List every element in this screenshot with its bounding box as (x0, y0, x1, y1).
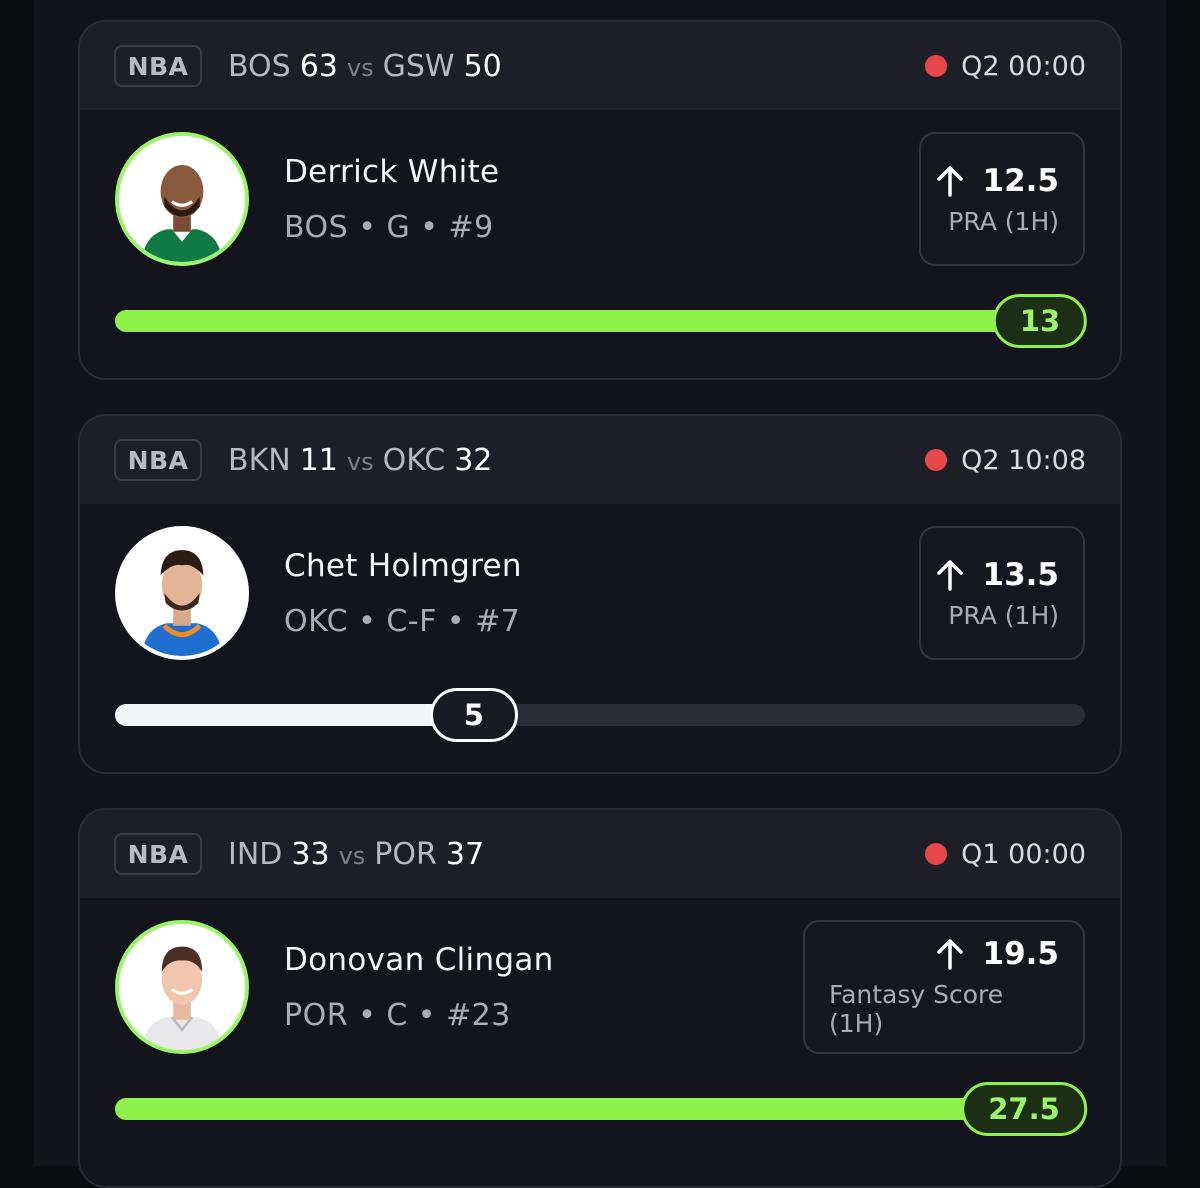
player-name: Chet Holmgren (284, 548, 522, 584)
league-badge: NBA (114, 833, 202, 875)
projection-card[interactable]: NBA BKN 11 vs OKC 32 Q2 10:08 Chet Holmg (78, 414, 1122, 774)
player-name: Donovan Clingan (284, 942, 554, 978)
projection-line-box[interactable]: 13.5 PRA (1H) (919, 526, 1085, 660)
arrow-up-icon (936, 559, 963, 591)
game-header: NBA BOS 63 vs GSW 50 Q2 00:00 (80, 22, 1120, 110)
player-meta: BOS • G • #9 (284, 210, 494, 245)
player-avatar[interactable] (115, 132, 249, 266)
live-indicator-icon (925, 55, 948, 77)
score-away: 11 (299, 442, 338, 478)
player-avatar[interactable] (115, 920, 249, 1054)
card-body: Donovan Clingan POR • C • #23 19.5 Fanta… (80, 898, 1120, 1186)
score-home: 37 (445, 836, 485, 872)
league-badge: NBA (114, 45, 202, 87)
progress-fill (115, 310, 1085, 332)
progress-bar: 5 (115, 688, 1085, 742)
progress-bar: 13 (115, 294, 1088, 348)
current-value-pill: 5 (429, 688, 518, 742)
card-body: Chet Holmgren OKC • C-F • #7 13.5 PRA (1… (80, 504, 1120, 772)
line-value-row: 12.5 (935, 162, 1060, 199)
team-away: BOS (228, 48, 291, 84)
line-stat-type: PRA (1H) (948, 206, 1059, 236)
player-headshot-icon (119, 530, 245, 656)
progress-bar: 27.5 (115, 1082, 1087, 1136)
team-away: IND (228, 836, 283, 872)
arrow-up-icon (936, 165, 963, 197)
line-value-row: 19.5 (935, 936, 1060, 972)
score-home: 32 (454, 442, 493, 478)
game-clock: Q2 00:00 (961, 50, 1086, 82)
line-value: 12.5 (982, 162, 1060, 199)
line-value: 13.5 (982, 556, 1060, 593)
score-away: 33 (291, 836, 330, 872)
line-value: 19.5 (982, 936, 1060, 972)
game-header: NBA BKN 11 vs OKC 32 Q2 10:08 (80, 416, 1120, 504)
game-status: Q2 10:08 (925, 416, 1086, 504)
league-badge: NBA (114, 439, 202, 481)
arrow-up-icon (936, 939, 963, 970)
team-home: POR (374, 836, 437, 872)
card-body: Derrick White BOS • G • #9 12.5 PRA (1H)… (80, 110, 1120, 378)
line-value-row: 13.5 (935, 556, 1060, 593)
line-stat-type: PRA (1H) (948, 600, 1059, 630)
player-headshot-icon (119, 136, 245, 262)
projection-card[interactable]: NBA BOS 63 vs GSW 50 Q2 00:00 Derrick Wh (78, 20, 1122, 380)
live-indicator-icon (925, 843, 948, 865)
player-headshot-icon (119, 924, 245, 1050)
projection-card[interactable]: NBA IND 33 vs POR 37 Q1 00:00 Donovan Cl (78, 808, 1122, 1188)
projection-line-box[interactable]: 19.5 Fantasy Score (1H) (803, 920, 1085, 1054)
player-meta: OKC • C-F • #7 (284, 604, 521, 639)
current-value-pill: 27.5 (961, 1082, 1087, 1136)
matchup: BKN 11 vs OKC 32 (228, 443, 492, 478)
player-name: Derrick White (284, 154, 500, 190)
player-avatar[interactable] (115, 526, 249, 660)
projection-line-box[interactable]: 12.5 PRA (1H) (919, 132, 1085, 266)
progress-fill (115, 1098, 1085, 1120)
line-stat-type: Fantasy Score (1H) (829, 980, 1004, 1038)
team-home: GSW (382, 48, 455, 84)
team-home: OKC (382, 442, 446, 478)
vs-label: vs (338, 841, 366, 870)
game-status: Q2 00:00 (925, 22, 1086, 110)
game-status: Q1 00:00 (925, 810, 1086, 898)
progress-fill (115, 704, 474, 726)
matchup: BOS 63 vs GSW 50 (228, 49, 502, 84)
live-indicator-icon (925, 449, 948, 471)
current-value-pill: 13 (992, 294, 1088, 348)
game-header: NBA IND 33 vs POR 37 Q1 00:00 (80, 810, 1120, 898)
vs-label: vs (346, 53, 374, 82)
player-meta: POR • C • #23 (284, 998, 511, 1033)
team-away: BKN (228, 442, 291, 478)
game-clock: Q1 00:00 (961, 838, 1086, 870)
score-away: 63 (299, 48, 338, 84)
game-clock: Q2 10:08 (961, 444, 1086, 476)
vs-label: vs (346, 447, 374, 476)
score-home: 50 (463, 48, 502, 84)
matchup: IND 33 vs POR 37 (228, 837, 484, 872)
